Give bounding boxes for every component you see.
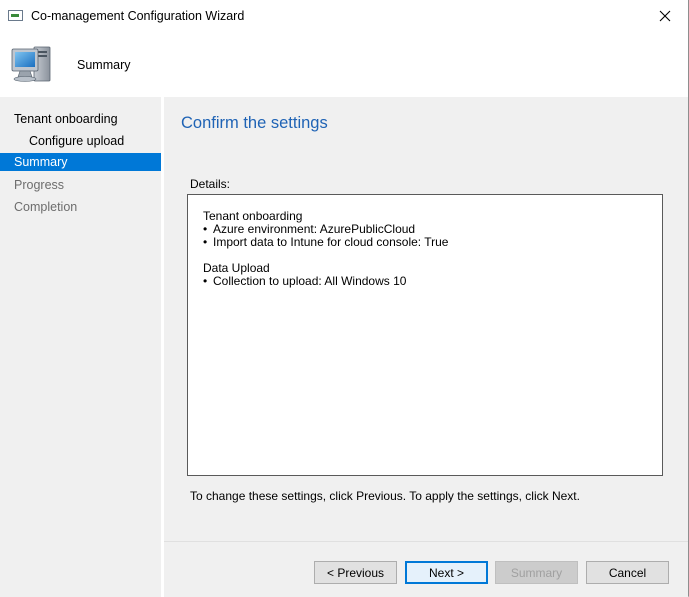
wizard-header: Summary [0, 32, 688, 97]
details-label: Details: [190, 177, 231, 191]
header-title: Summary [77, 58, 131, 72]
sidebar-item-summary: Summary [0, 153, 161, 171]
close-button[interactable] [642, 0, 688, 32]
instruction-text: To change these settings, click Previous… [190, 489, 580, 503]
button-separator [164, 541, 688, 542]
details-textbox[interactable]: Tenant onboarding Azure environment: Azu… [187, 194, 663, 476]
sidebar-item-tenant-onboarding: Tenant onboarding [14, 112, 118, 126]
sidebar-item-configure-upload: Configure upload [29, 134, 125, 148]
detail-bullet: Import data to Intune for cloud console:… [203, 236, 448, 250]
wizard-content: Confirm the settings Details: Tenant onb… [164, 97, 688, 597]
computer-monitor-icon [11, 46, 51, 82]
window-title: Co-management Configuration Wizard [31, 9, 245, 23]
previous-button[interactable]: < Previous [314, 561, 397, 584]
sidebar-item-progress: Progress [14, 178, 65, 192]
title-bar: Co-management Configuration Wizard [0, 0, 688, 32]
wizard-steps-sidebar: Tenant onboarding Configure upload Summa… [0, 97, 161, 597]
sidebar-item-completion: Completion [14, 200, 78, 214]
page-title: Confirm the settings [181, 114, 328, 132]
next-button[interactable]: Next > [405, 561, 488, 584]
summary-button: Summary [495, 561, 578, 584]
wizard-app-icon [8, 10, 23, 21]
wizard-window: Co-management Configuration Wizard Summa… [0, 0, 689, 597]
cancel-button[interactable]: Cancel [586, 561, 669, 584]
details-text: Tenant onboarding Azure environment: Azu… [203, 210, 448, 289]
close-icon [659, 10, 671, 22]
detail-bullet: Collection to upload: All Windows 10 [203, 275, 448, 289]
